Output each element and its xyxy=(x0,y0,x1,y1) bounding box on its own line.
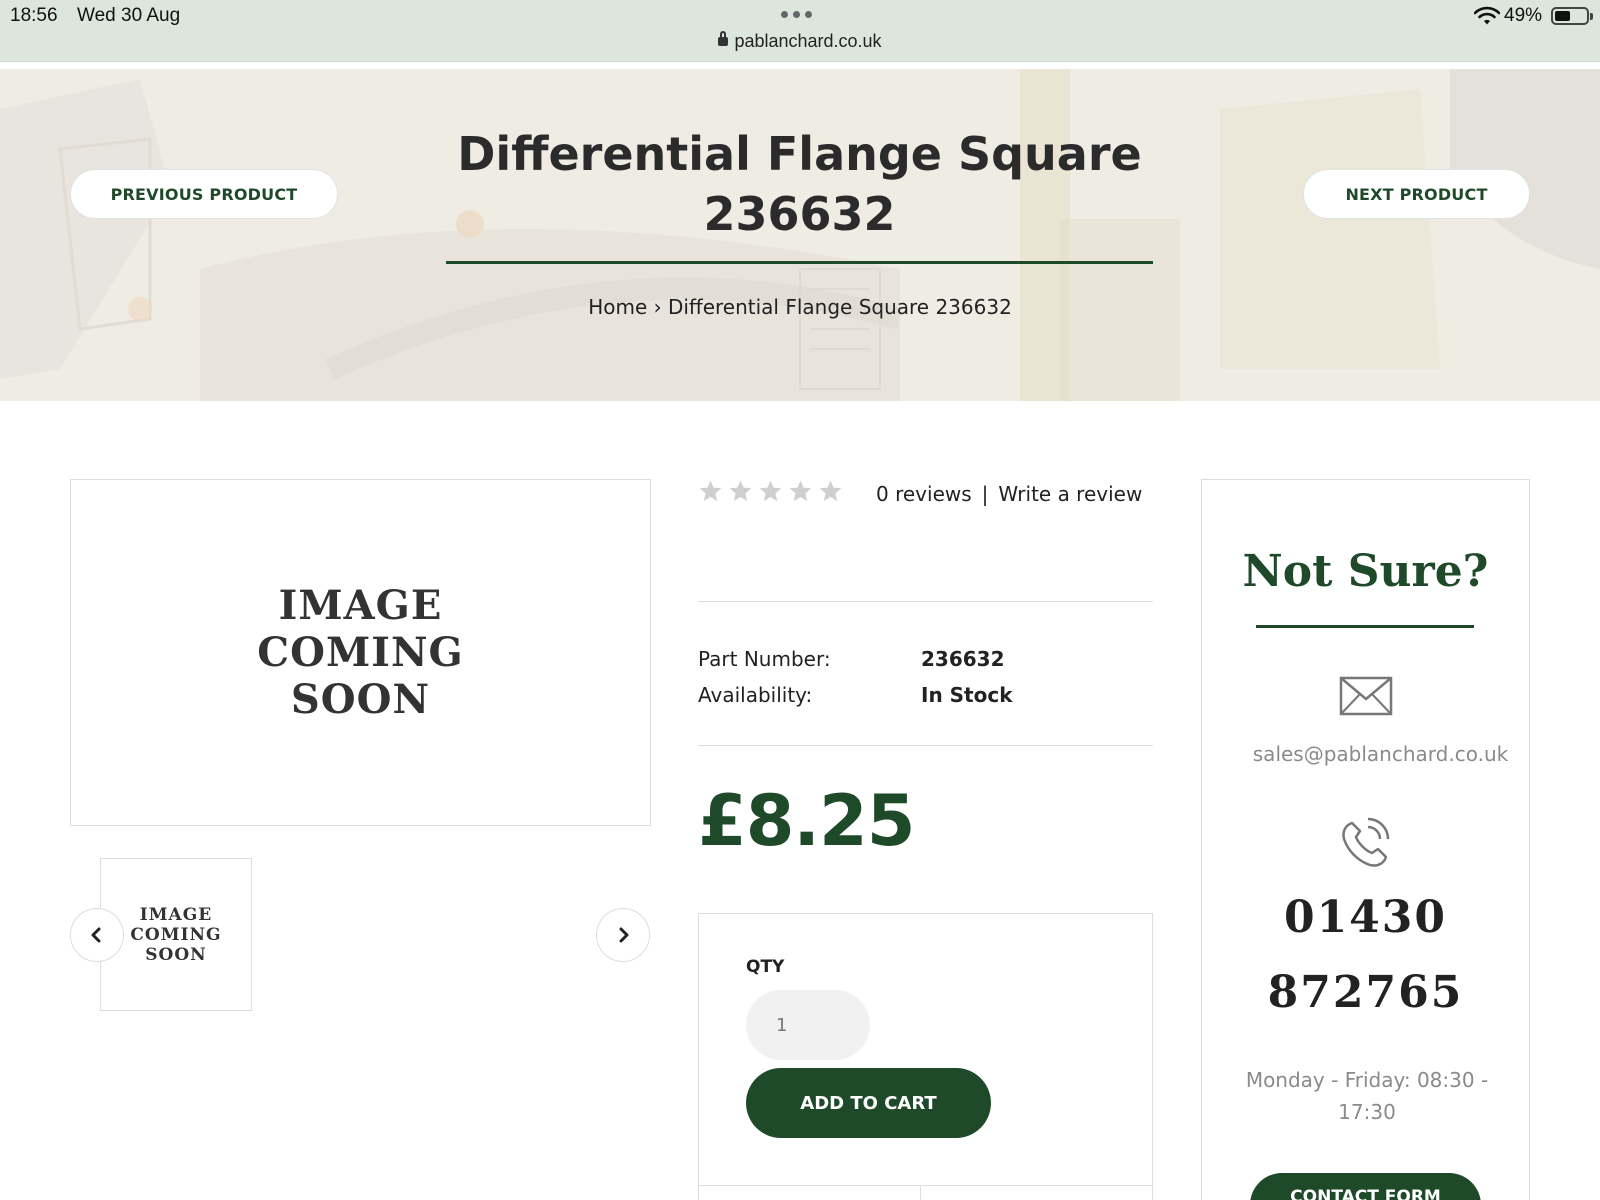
previous-product-button[interactable]: PREVIOUS PRODUCT xyxy=(70,169,338,219)
breadcrumb-current: Differential Flange Square 236632 xyxy=(667,295,1012,319)
battery-percent: 49% xyxy=(1504,5,1543,26)
placeholder-line: IMAGE xyxy=(278,582,443,629)
write-review-link[interactable]: Write a review xyxy=(998,482,1142,506)
title-underline xyxy=(446,261,1153,264)
star-icon[interactable] xyxy=(758,479,783,503)
next-product-button[interactable]: NEXT PRODUCT xyxy=(1303,169,1530,219)
status-bar: 18:56 Wed 30 Aug pablanchard.co.uk 49% xyxy=(0,0,1600,62)
envelope-icon xyxy=(1339,676,1393,716)
spec-label: Availability: xyxy=(698,683,813,707)
more-dots-icon[interactable] xyxy=(781,11,817,19)
sidebar-title: Not Sure? xyxy=(1242,546,1489,597)
availability-value: In Stock xyxy=(921,683,1013,707)
product-price: £8.25 xyxy=(698,780,915,862)
lock-icon xyxy=(718,31,729,46)
chevron-left-icon xyxy=(91,927,101,943)
url-text: pablanchard.co.uk xyxy=(734,31,882,51)
divider xyxy=(698,601,1153,602)
phone-number[interactable]: 01430 872765 xyxy=(1202,880,1529,1030)
battery-icon xyxy=(1551,7,1593,25)
star-icon[interactable] xyxy=(788,479,813,503)
address-bar[interactable]: pablanchard.co.uk xyxy=(0,31,1600,52)
placeholder-line: SOON xyxy=(290,676,431,723)
add-to-cart-button[interactable]: ADD TO CART xyxy=(746,1068,991,1138)
spec-label: Part Number: xyxy=(698,647,831,671)
opening-hours: Monday - Friday: 08:30 - 17:30 xyxy=(1245,1068,1489,1124)
sales-email-link[interactable]: sales@pablanchard.co.uk xyxy=(1202,742,1529,766)
reviews-separator: | xyxy=(981,482,989,506)
wifi-icon xyxy=(1474,6,1500,25)
gallery-next-button[interactable] xyxy=(596,908,650,962)
phone-number-line: 01430 xyxy=(1283,892,1448,943)
placeholder-line: IMAGE xyxy=(139,904,213,925)
gallery-prev-button[interactable] xyxy=(70,908,124,962)
status-date: Wed 30 Aug xyxy=(77,5,181,26)
rating-stars xyxy=(698,479,843,503)
divider xyxy=(698,745,1153,746)
help-sidebar: Not Sure? sales@pablanchard.co.uk 01430 … xyxy=(1201,479,1530,1200)
chevron-right-icon xyxy=(619,927,629,943)
star-icon[interactable] xyxy=(818,479,843,503)
page-title: Differential Flange Square 236632 xyxy=(457,127,1142,241)
part-number-value: 236632 xyxy=(921,647,1005,671)
breadcrumb: Home › Differential Flange Square 236632 xyxy=(0,295,1600,319)
reviews-summary: 0 reviews | Write a review xyxy=(876,482,1142,506)
phone-number-line: 872765 xyxy=(1267,967,1464,1018)
contact-form-button[interactable]: CONTACT FORM xyxy=(1250,1173,1481,1200)
qty-label: QTY xyxy=(746,957,785,977)
placeholder-line: COMING xyxy=(130,924,222,945)
star-icon[interactable] xyxy=(698,479,723,503)
reviews-count-link[interactable]: 0 reviews xyxy=(876,482,972,506)
breadcrumb-home-link[interactable]: Home xyxy=(588,295,647,319)
sidebar-title-underline xyxy=(1256,625,1474,628)
quantity-input[interactable] xyxy=(746,990,870,1060)
main-product-image[interactable]: IMAGE COMING SOON xyxy=(70,479,651,826)
divider xyxy=(920,1186,921,1200)
placeholder-line: SOON xyxy=(145,944,207,965)
placeholder-line: COMING xyxy=(257,629,464,676)
divider xyxy=(699,1185,1152,1186)
breadcrumb-separator: › xyxy=(653,295,662,319)
status-time: 18:56 xyxy=(10,5,58,26)
phone-icon xyxy=(1342,817,1390,867)
star-icon[interactable] xyxy=(728,479,753,503)
add-to-cart-panel: QTY ADD TO CART xyxy=(698,913,1153,1200)
